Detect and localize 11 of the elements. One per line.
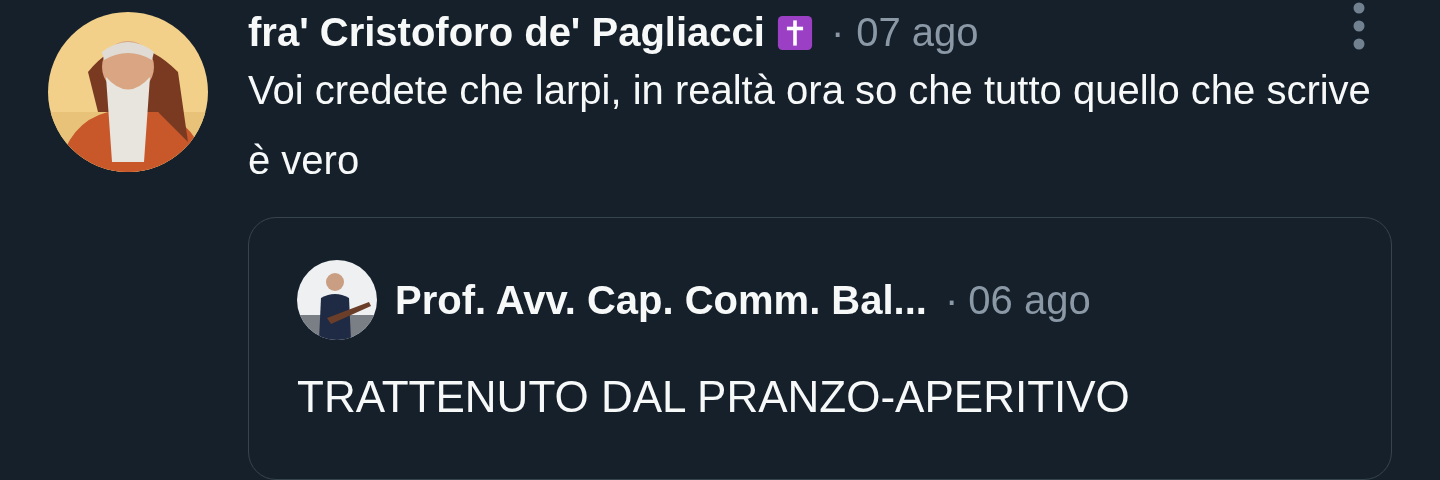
- separator-dot: ·: [944, 277, 959, 323]
- quoted-post-date: 06 ago: [968, 277, 1091, 323]
- quoted-post-text: TRATTENUTO DAL PRANZO-APERITIVO: [297, 372, 1131, 422]
- separator-dot: ·: [830, 10, 845, 55]
- post-text: Voi credete che larpi, in realtà ora so che tutto quello che scrive è vero: [248, 67, 1372, 184]
- latin-cross-icon: [776, 14, 813, 51]
- post-date[interactable]: 07 ago: [856, 10, 979, 55]
- more-icon[interactable]: [1352, 0, 1366, 51]
- quoted-post-card[interactable]: Prof. Avv. Cap. Comm. Bal... · 06 ago TRATTENUTO DAL PRANZO-APERITIVO: [248, 217, 1392, 480]
- quoted-author-name[interactable]: Prof. Avv. Cap. Comm. Bal...: [395, 277, 927, 323]
- author-name[interactable]: fra' Cristoforo de' Pagliacci: [248, 10, 765, 55]
